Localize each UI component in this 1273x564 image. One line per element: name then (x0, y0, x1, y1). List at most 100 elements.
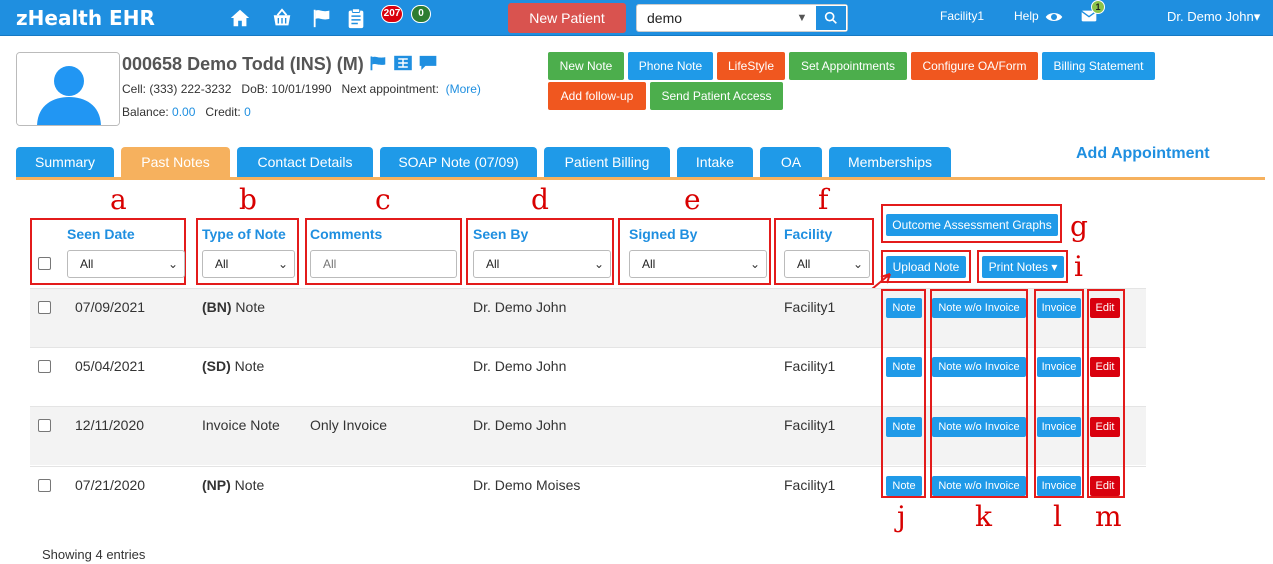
person-silhouette-icon (17, 53, 119, 125)
signed-by-filter[interactable]: All ⌄ (629, 250, 767, 278)
notification-badge-green[interactable]: 0 (411, 5, 431, 23)
type-of-note-filter[interactable]: All ⌄ (202, 250, 295, 278)
invoice-button[interactable]: Invoice (1037, 417, 1081, 437)
new-patient-button[interactable]: New Patient (508, 3, 626, 33)
help-link[interactable]: Help (1014, 9, 1039, 23)
signed-by-header[interactable]: Signed By (629, 226, 697, 242)
type-of-note-cell: (BN) Note (202, 299, 265, 315)
select-all-checkbox[interactable] (38, 257, 51, 270)
invoice-button[interactable]: Invoice (1037, 357, 1081, 377)
patient-contact-line: Cell: (333) 222-3232 DoB: 10/01/1990 Nex… (122, 82, 481, 96)
patient-avatar[interactable] (16, 52, 120, 126)
facility-link[interactable]: Facility1 (940, 9, 984, 23)
chevron-down-icon: ⌄ (167, 257, 178, 271)
seen-by-cell: Dr. Demo John (473, 358, 567, 374)
edit-button[interactable]: Edit (1090, 476, 1120, 496)
date-of-birth: DoB: 10/01/1990 (241, 82, 332, 96)
note-button[interactable]: Note (886, 298, 922, 318)
note-button[interactable]: Note (886, 417, 922, 437)
home-icon[interactable] (229, 7, 251, 29)
note-type-text: Note (230, 358, 265, 374)
tab-patient-billing[interactable]: Patient Billing (544, 147, 670, 177)
ehr-page: zHealth EHR 207 0 New Patient ▼ (0, 0, 1273, 564)
search-button[interactable] (815, 5, 847, 31)
comments-filter-input[interactable] (310, 250, 457, 278)
seen-date-header[interactable]: Seen Date (67, 226, 135, 242)
flag-icon[interactable] (311, 7, 333, 29)
annotation-i: i (1074, 250, 1083, 283)
edit-button[interactable]: Edit (1090, 357, 1120, 377)
credit-value[interactable]: 0 (244, 105, 251, 119)
row-checkbox[interactable] (38, 479, 51, 492)
patient-flag-icon[interactable] (369, 55, 387, 71)
new-note-button[interactable]: New Note (548, 52, 624, 80)
print-notes-button[interactable]: Print Notes ▾ (982, 256, 1064, 278)
lifestyle-button[interactable]: LifeStyle (717, 52, 785, 80)
clipboard-icon[interactable] (345, 7, 367, 29)
send-patient-access-button[interactable]: Send Patient Access (650, 82, 783, 110)
add-appointment-link[interactable]: Add Appointment (1076, 145, 1210, 163)
facility-header[interactable]: Facility (784, 226, 832, 242)
cell-phone: Cell: (333) 222-3232 (122, 82, 232, 96)
note-without-invoice-button[interactable]: Note w/o Invoice (932, 476, 1026, 496)
note-without-invoice-button[interactable]: Note w/o Invoice (932, 298, 1026, 318)
eye-icon[interactable] (1045, 8, 1063, 26)
phone-note-button[interactable]: Phone Note (628, 52, 713, 80)
mail-count-badge[interactable]: 1 (1091, 0, 1105, 14)
id-card-icon[interactable] (393, 55, 413, 71)
annotation-box-l (1034, 289, 1084, 498)
tab-memberships[interactable]: Memberships (829, 147, 951, 177)
note-type-text: Note (231, 299, 266, 315)
search-input[interactable] (637, 5, 787, 31)
configure-oa-form-button[interactable]: Configure OA/Form (911, 52, 1038, 80)
outcome-assessment-graphs-button[interactable]: Outcome Assessment Graphs (886, 214, 1058, 236)
notification-badge-red[interactable]: 207 (381, 5, 403, 23)
tab-intake[interactable]: Intake (677, 147, 753, 177)
seen-by-header[interactable]: Seen By (473, 226, 528, 242)
seen-date-filter[interactable]: All ⌄ (67, 250, 185, 278)
add-follow-up-button[interactable]: Add follow-up (548, 82, 646, 110)
user-menu[interactable]: Dr. Demo John▾ (1167, 9, 1260, 25)
seen-by-cell: Dr. Demo John (473, 417, 567, 433)
note-type-code: (BN) (202, 299, 232, 315)
tab-oa[interactable]: OA (760, 147, 822, 177)
note-button[interactable]: Note (886, 476, 922, 496)
seen-by-cell: Dr. Demo John (473, 299, 567, 315)
edit-button[interactable]: Edit (1090, 417, 1120, 437)
tab-summary[interactable]: Summary (16, 147, 114, 177)
seen-by-cell: Dr. Demo Moises (473, 477, 581, 493)
message-icon[interactable] (418, 54, 438, 71)
edit-button[interactable]: Edit (1090, 298, 1120, 318)
row-checkbox[interactable] (38, 301, 51, 314)
chevron-down-icon[interactable]: ▼ (789, 5, 815, 31)
set-appointments-button[interactable]: Set Appointments (789, 52, 907, 80)
basket-icon[interactable] (271, 7, 293, 29)
note-without-invoice-button[interactable]: Note w/o Invoice (932, 357, 1026, 377)
row-checkbox[interactable] (38, 360, 51, 373)
tab-past-notes[interactable]: Past Notes (121, 147, 230, 177)
tab-soap-note[interactable]: SOAP Note (07/09) (380, 147, 537, 177)
balance-value[interactable]: 0.00 (172, 105, 195, 119)
patient-name-line: 000658 Demo Todd (INS) (M) (122, 54, 364, 75)
note-without-invoice-button[interactable]: Note w/o Invoice (932, 417, 1026, 437)
annotation-d: d (531, 183, 549, 216)
seen-date-cell: 05/04/2021 (75, 358, 146, 374)
note-button[interactable]: Note (886, 357, 922, 377)
billing-statement-button[interactable]: Billing Statement (1042, 52, 1155, 80)
seen-date-cell: 07/21/2020 (75, 477, 146, 493)
more-link[interactable]: (More) (446, 82, 481, 96)
row-checkbox[interactable] (38, 419, 51, 432)
seen-by-filter[interactable]: All ⌄ (473, 250, 611, 278)
patient-balance-line: Balance: 0.00 Credit: 0 (122, 105, 251, 119)
tab-contact-details[interactable]: Contact Details (237, 147, 373, 177)
chevron-down-icon: ⌄ (749, 257, 760, 271)
invoice-button[interactable]: Invoice (1037, 476, 1081, 496)
comments-header[interactable]: Comments (310, 226, 382, 242)
type-of-note-header[interactable]: Type of Note (202, 226, 286, 242)
type-of-note-cell: (NP) Note (202, 477, 264, 493)
annotation-f: f (818, 183, 829, 216)
caret-down-icon: ▾ (1051, 260, 1058, 274)
app-title[interactable]: zHealth EHR (16, 6, 155, 30)
user-name: Dr. Demo John (1167, 9, 1254, 24)
invoice-button[interactable]: Invoice (1037, 298, 1081, 318)
